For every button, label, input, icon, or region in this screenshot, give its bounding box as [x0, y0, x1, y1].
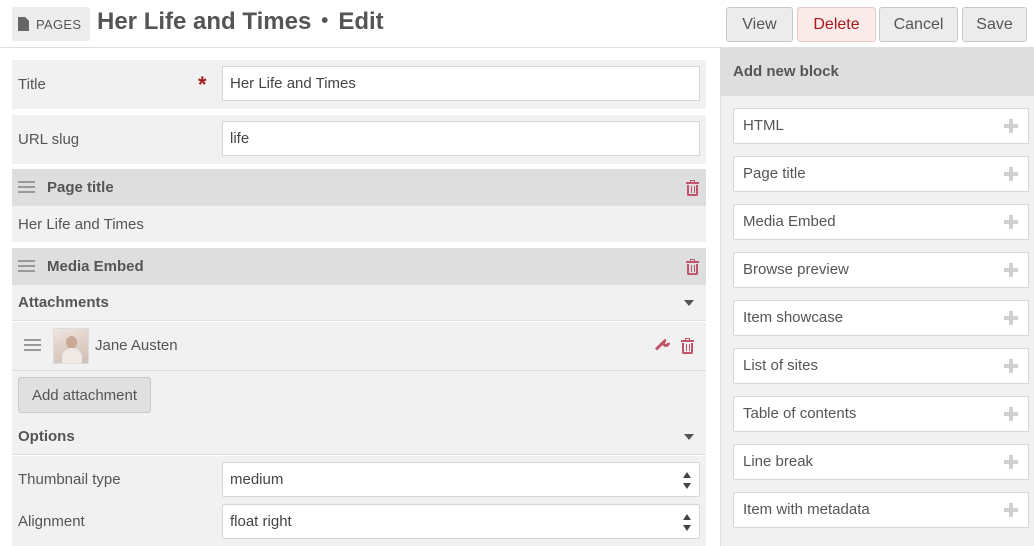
slug-input[interactable]: life: [222, 121, 700, 156]
thumbnail-type-select[interactable]: medium: [222, 462, 700, 497]
sidebar-header: Add new block: [721, 48, 1034, 96]
plus-icon: [1004, 263, 1018, 277]
add-item-with-metadata-block-button[interactable]: Item with metadata: [733, 492, 1029, 528]
edit-attachment-wrench-icon[interactable]: [654, 337, 672, 355]
page-title-block-body: Her Life and Times: [12, 206, 706, 242]
plus-icon: [1004, 167, 1018, 181]
delete-block-trash-icon[interactable]: [686, 259, 699, 275]
collapse-caret-icon[interactable]: [684, 300, 694, 306]
collapse-caret-icon[interactable]: [684, 434, 694, 440]
title-field-row: Title * Her Life and Times: [12, 60, 706, 109]
alignment-label: Alignment: [18, 513, 85, 530]
drag-handle-icon[interactable]: [18, 181, 35, 194]
block-title: Page title: [47, 179, 114, 196]
add-list-of-sites-block-button[interactable]: List of sites: [733, 348, 1029, 384]
add-table-of-contents-block-button[interactable]: Table of contents: [733, 396, 1029, 432]
plus-icon: [1004, 311, 1018, 325]
select-arrows-icon: [683, 514, 691, 531]
thumbnail-type-value: medium: [230, 471, 284, 488]
alignment-select[interactable]: float right: [222, 504, 700, 539]
page-mode: Edit: [338, 8, 384, 35]
title-separator: •: [321, 10, 329, 32]
add-attachment-button[interactable]: Add attachment: [18, 377, 151, 413]
pages-section-badge[interactable]: PAGES: [12, 7, 91, 41]
block-button-label: Browse preview: [743, 261, 849, 278]
add-browse-preview-block-button[interactable]: Browse preview: [733, 252, 1029, 288]
plus-icon: [1004, 407, 1018, 421]
media-embed-block-header: Media Embed: [12, 248, 706, 285]
attachment-name: Jane Austen: [95, 337, 178, 354]
block-button-label: Page title: [743, 165, 806, 182]
plus-icon: [1004, 215, 1018, 229]
sidebar-title: Add new block: [733, 63, 839, 80]
slug-label: URL slug: [18, 131, 80, 148]
page-header: PAGES Her Life and Times • Edit View Delet…: [0, 0, 1034, 48]
block-button-label: Table of contents: [743, 405, 857, 422]
cancel-button[interactable]: Cancel: [879, 7, 958, 42]
alignment-value: float right: [230, 513, 292, 530]
plus-icon: [1004, 503, 1018, 517]
attachment-thumbnail: [53, 328, 89, 364]
attachment-item: Jane Austen: [12, 322, 706, 371]
add-media-embed-block-button[interactable]: Media Embed: [733, 204, 1029, 240]
add-block-sidebar: Add new block HTML Page title Media Embe…: [720, 48, 1034, 546]
section-badge-label: PAGES: [36, 16, 82, 32]
add-html-block-button[interactable]: HTML: [733, 108, 1029, 144]
required-marker: *: [198, 72, 207, 97]
drag-handle-icon[interactable]: [24, 339, 41, 352]
drag-handle-icon[interactable]: [18, 260, 35, 273]
options-section-header[interactable]: Options: [12, 419, 706, 455]
page-title-text: Her Life and Times: [97, 8, 312, 35]
view-button[interactable]: View: [726, 7, 793, 42]
block-title: Media Embed: [47, 258, 144, 275]
title-input[interactable]: Her Life and Times: [222, 66, 700, 101]
thumbnail-type-label: Thumbnail type: [18, 471, 121, 488]
block-content-text: Her Life and Times: [18, 216, 144, 233]
block-button-label: Line break: [743, 453, 814, 470]
options-label: Options: [18, 428, 75, 445]
add-page-title-block-button[interactable]: Page title: [733, 156, 1029, 192]
title-label: Title: [18, 76, 46, 93]
options-body: Thumbnail type medium Alignment float ri…: [12, 456, 706, 546]
page-title-block-header: Page title: [12, 169, 706, 206]
plus-icon: [1004, 119, 1018, 133]
block-button-label: Item with metadata: [743, 501, 870, 518]
attachments-section-header[interactable]: Attachments: [12, 285, 706, 321]
add-line-break-block-button[interactable]: Line break: [733, 444, 1029, 480]
block-button-label: List of sites: [743, 357, 819, 374]
page-title: Her Life and Times • Edit: [97, 8, 384, 36]
plus-icon: [1004, 455, 1018, 469]
delete-button[interactable]: Delete: [797, 7, 876, 42]
plus-icon: [1004, 359, 1018, 373]
delete-attachment-trash-icon[interactable]: [681, 338, 694, 354]
add-item-showcase-block-button[interactable]: Item showcase: [733, 300, 1029, 336]
block-button-label: HTML: [743, 117, 784, 134]
page-document-icon: [18, 17, 29, 31]
attachments-label: Attachments: [18, 294, 109, 311]
slug-field-row: URL slug life: [12, 115, 706, 164]
block-button-label: Item showcase: [743, 309, 844, 326]
save-button[interactable]: Save: [962, 7, 1027, 42]
delete-block-trash-icon[interactable]: [686, 180, 699, 196]
block-button-label: Media Embed: [743, 213, 836, 230]
select-arrows-icon: [683, 472, 691, 489]
